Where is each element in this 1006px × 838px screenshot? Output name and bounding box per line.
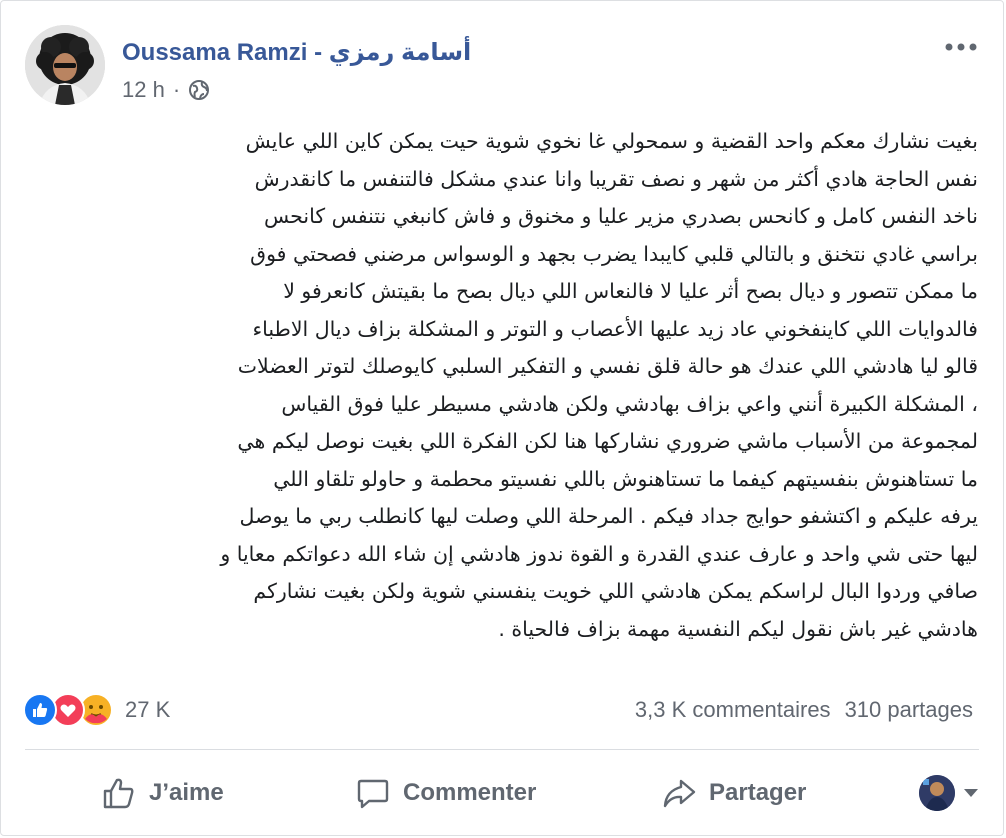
- post-meta: 12 h ·: [122, 77, 210, 103]
- post-stats: 27 K 3,3 K commentaires 310 partages: [23, 687, 973, 733]
- reaction-identity-selector[interactable]: [919, 775, 979, 811]
- chevron-down-icon: [964, 789, 978, 797]
- actions-divider: [25, 749, 979, 750]
- shares-count[interactable]: 310 partages: [845, 697, 973, 722]
- globe-icon[interactable]: [188, 79, 210, 101]
- current-user-avatar: [919, 775, 955, 811]
- thumbs-up-icon: [103, 778, 134, 809]
- post-body-line: نفس الحاجة هادي أكثر من شهر و نصف تقريبا…: [254, 166, 978, 191]
- post-body-line: ما ممكن تتصور و ديال بصح أثر عليا لا فال…: [283, 279, 978, 303]
- share-button-label: Partager: [709, 779, 807, 806]
- comments-count[interactable]: 3,3 K commentaires: [635, 697, 831, 722]
- share-button[interactable]: Partager: [661, 761, 806, 825]
- post-body-line: ناخد النفس كامل و كانحس بصدري مزير عليا …: [264, 204, 978, 228]
- post-body-line: ليها حتى شي واحد و عارف عندي القدرة و ال…: [220, 541, 978, 566]
- like-button[interactable]: J’aime: [101, 761, 224, 825]
- post-body-line: ، المشكلة الكبيرة أنني واعي بزاف بهادشي …: [281, 391, 978, 416]
- reactions-summary[interactable]: 27 K: [23, 691, 170, 729]
- author-avatar[interactable]: [25, 25, 105, 105]
- comment-bubble-icon: [357, 779, 389, 809]
- post-body-line: ما تستاهنوش بنفسيتهم كيفما ما تستاهنوش ب…: [273, 466, 978, 491]
- avatar-photo-icon: [25, 25, 105, 105]
- post-card: Oussama Ramzi - أسامة رمزي 12 h · بغيت ن: [0, 0, 1004, 836]
- post-body-line: يرفه عليكم و اكتشفو حوايج جداد فيكم . ال…: [239, 504, 978, 528]
- post-body-line: قالو ليا هادشي اللي عندك هو حالة قلق نفس…: [237, 354, 978, 378]
- like-button-label: J’aime: [149, 779, 224, 806]
- post-body-line: بغيت نشارك معكم واحد القضية و سمحولي غا …: [245, 129, 978, 153]
- post-timestamp[interactable]: 12 h: [122, 77, 165, 103]
- engagement-counts: 3,3 K commentaires 310 partages: [635, 697, 973, 723]
- post-body: بغيت نشارك معكم واحد القضية و سمحولي غا …: [25, 123, 978, 648]
- post-body-line: هادشي غير باش نقول ليكم النفسية مهمة بزا…: [498, 616, 978, 641]
- like-reaction-icon: [23, 693, 57, 727]
- meta-separator: ·: [172, 77, 181, 102]
- post-body-line: براسي غادي نتخنق و بالتالي قلبي كايبدا ي…: [250, 241, 978, 266]
- author-name[interactable]: Oussama Ramzi - أسامة رمزي: [122, 38, 471, 67]
- more-options-icon[interactable]: [943, 37, 979, 57]
- comment-button-label: Commenter: [403, 779, 537, 806]
- post-actions: J’aime Commenter Partager: [25, 761, 979, 825]
- reactions-count: 27 K: [125, 697, 171, 722]
- post-body-line: صافي وردوا البال لراسكم يمكن هادشي اللي …: [253, 579, 978, 603]
- share-arrow-icon: [663, 779, 696, 808]
- comment-button[interactable]: Commenter: [355, 761, 536, 825]
- post-body-line: لمجموعة من الأسباب ماشي ضروري نشاركها هن…: [237, 429, 978, 453]
- post-body-line: فالدوايات اللي كاينفخوني عاد زيد عليها ا…: [252, 316, 978, 341]
- post-header: Oussama Ramzi - أسامة رمزي 12 h ·: [25, 25, 979, 109]
